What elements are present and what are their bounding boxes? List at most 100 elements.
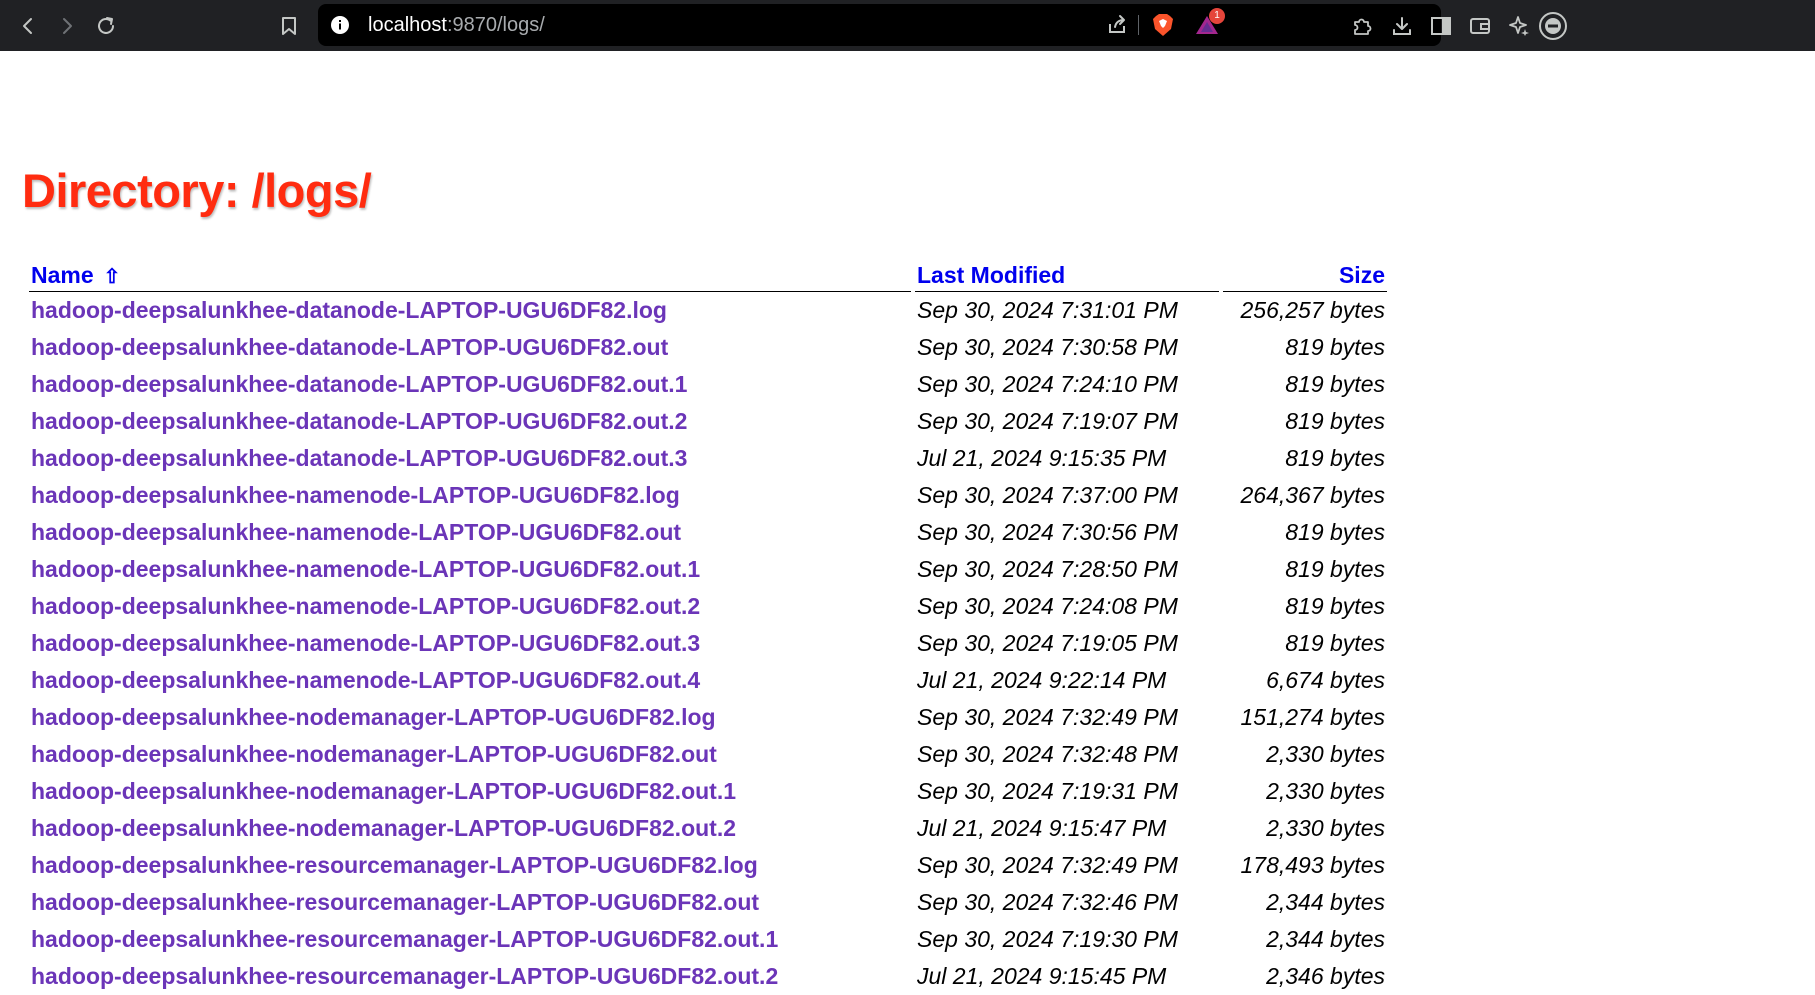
download-icon[interactable] bbox=[1382, 0, 1422, 51]
page-title: Directory: /logs/ bbox=[22, 164, 372, 217]
table-row: hadoop-deepsalunkhee-datanode-LAPTOP-UGU… bbox=[29, 403, 1387, 440]
file-link[interactable]: hadoop-deepsalunkhee-nodemanager-LAPTOP-… bbox=[31, 741, 717, 767]
file-size-cell: 819 bytes bbox=[1285, 556, 1385, 582]
last-modified-cell: Jul 21, 2024 9:22:14 PM bbox=[917, 667, 1167, 693]
table-row: hadoop-deepsalunkhee-namenode-LAPTOP-UGU… bbox=[29, 588, 1387, 625]
profile-icon[interactable] bbox=[1538, 0, 1568, 51]
table-row: hadoop-deepsalunkhee-resourcemanager-LAP… bbox=[29, 958, 1387, 995]
file-name-cell: hadoop-deepsalunkhee-datanode-LAPTOP-UGU… bbox=[29, 440, 911, 477]
file-size-cell: 2,330 bytes bbox=[1266, 741, 1385, 767]
last-modified-cell: Sep 30, 2024 7:30:56 PM bbox=[917, 519, 1178, 545]
extensions-icon[interactable] bbox=[1342, 0, 1382, 51]
file-link[interactable]: hadoop-deepsalunkhee-namenode-LAPTOP-UGU… bbox=[31, 593, 700, 619]
table-row: hadoop-deepsalunkhee-datanode-LAPTOP-UGU… bbox=[29, 329, 1387, 366]
file-link[interactable]: hadoop-deepsalunkhee-namenode-LAPTOP-UGU… bbox=[31, 630, 700, 656]
file-name-cell: hadoop-deepsalunkhee-datanode-LAPTOP-UGU… bbox=[29, 403, 911, 440]
file-name-cell: hadoop-deepsalunkhee-resourcemanager-LAP… bbox=[29, 847, 911, 884]
file-size-cell: 2,346 bytes bbox=[1266, 963, 1385, 989]
file-size-cell: 819 bytes bbox=[1285, 445, 1385, 471]
leo-ai-icon[interactable] bbox=[1499, 0, 1539, 51]
file-link[interactable]: hadoop-deepsalunkhee-datanode-LAPTOP-UGU… bbox=[31, 408, 687, 434]
file-name-cell: hadoop-deepsalunkhee-namenode-LAPTOP-UGU… bbox=[29, 551, 911, 588]
table-row: hadoop-deepsalunkhee-namenode-LAPTOP-UGU… bbox=[29, 514, 1387, 551]
file-link[interactable]: hadoop-deepsalunkhee-resourcemanager-LAP… bbox=[31, 963, 778, 989]
file-name-cell: hadoop-deepsalunkhee-resourcemanager-LAP… bbox=[29, 958, 911, 995]
directory-listing-table: Name ⇧ Last Modified Size hadoop-deepsalu… bbox=[25, 255, 1391, 995]
file-link[interactable]: hadoop-deepsalunkhee-datanode-LAPTOP-UGU… bbox=[31, 297, 667, 323]
file-name-cell: hadoop-deepsalunkhee-namenode-LAPTOP-UGU… bbox=[29, 588, 911, 625]
file-name-cell: hadoop-deepsalunkhee-namenode-LAPTOP-UGU… bbox=[29, 625, 911, 662]
table-row: hadoop-deepsalunkhee-nodemanager-LAPTOP-… bbox=[29, 773, 1387, 810]
file-size-cell: 819 bytes bbox=[1285, 408, 1385, 434]
sidebar-icon[interactable] bbox=[1421, 0, 1461, 51]
last-modified-cell: Sep 30, 2024 7:32:49 PM bbox=[917, 704, 1178, 730]
file-link[interactable]: hadoop-deepsalunkhee-nodemanager-LAPTOP-… bbox=[31, 704, 716, 730]
back-icon[interactable] bbox=[8, 0, 48, 51]
column-header-size[interactable]: Size bbox=[1223, 255, 1387, 292]
share-icon[interactable] bbox=[1106, 4, 1128, 46]
bookmark-icon[interactable] bbox=[269, 0, 309, 51]
last-modified-cell: Jul 21, 2024 9:15:35 PM bbox=[917, 445, 1167, 471]
file-size-cell: 2,344 bytes bbox=[1266, 889, 1385, 915]
file-name-cell: hadoop-deepsalunkhee-resourcemanager-LAP… bbox=[29, 884, 911, 921]
file-size-cell: 6,674 bytes bbox=[1266, 667, 1385, 693]
last-modified-cell: Sep 30, 2024 7:24:08 PM bbox=[917, 593, 1178, 619]
last-modified-cell: Jul 21, 2024 9:15:47 PM bbox=[917, 815, 1167, 841]
last-modified-cell: Sep 30, 2024 7:30:58 PM bbox=[917, 334, 1178, 360]
last-modified-cell: Sep 30, 2024 7:31:01 PM bbox=[917, 297, 1178, 323]
table-row: hadoop-deepsalunkhee-resourcemanager-LAP… bbox=[29, 847, 1387, 884]
file-link[interactable]: hadoop-deepsalunkhee-nodemanager-LAPTOP-… bbox=[31, 778, 736, 804]
file-size-cell: 819 bytes bbox=[1285, 371, 1385, 397]
sort-ascending-icon: ⇧ bbox=[103, 266, 121, 288]
reload-icon[interactable] bbox=[86, 0, 126, 51]
column-header-name[interactable]: Name ⇧ bbox=[29, 255, 911, 292]
table-row: hadoop-deepsalunkhee-namenode-LAPTOP-UGU… bbox=[29, 551, 1387, 588]
file-name-cell: hadoop-deepsalunkhee-datanode-LAPTOP-UGU… bbox=[29, 292, 911, 329]
file-link[interactable]: hadoop-deepsalunkhee-resourcemanager-LAP… bbox=[31, 852, 758, 878]
url-text[interactable]: localhost:9870/logs/ bbox=[368, 4, 545, 46]
url-path: :9870/logs/ bbox=[446, 14, 545, 36]
file-name-cell: hadoop-deepsalunkhee-resourcemanager-LAP… bbox=[29, 921, 911, 958]
brave-shield-icon[interactable] bbox=[1152, 4, 1174, 46]
url-host: localhost bbox=[368, 14, 447, 36]
last-modified-cell: Sep 30, 2024 7:28:50 PM bbox=[917, 556, 1178, 582]
site-info-icon[interactable] bbox=[330, 4, 350, 46]
table-row: hadoop-deepsalunkhee-nodemanager-LAPTOP-… bbox=[29, 736, 1387, 773]
wallet-icon[interactable] bbox=[1460, 0, 1500, 51]
forward-icon[interactable] bbox=[47, 0, 87, 51]
browser-toolbar: localhost:9870/logs/ 1 bbox=[0, 0, 1815, 51]
file-size-cell: 819 bytes bbox=[1285, 593, 1385, 619]
file-link[interactable]: hadoop-deepsalunkhee-nodemanager-LAPTOP-… bbox=[31, 815, 736, 841]
column-header-name-label: Name bbox=[31, 262, 94, 288]
table-row: hadoop-deepsalunkhee-namenode-LAPTOP-UGU… bbox=[29, 477, 1387, 514]
file-name-cell: hadoop-deepsalunkhee-nodemanager-LAPTOP-… bbox=[29, 810, 911, 847]
column-header-last-modified[interactable]: Last Modified bbox=[915, 255, 1219, 292]
file-size-cell: 2,330 bytes bbox=[1266, 815, 1385, 841]
file-link[interactable]: hadoop-deepsalunkhee-resourcemanager-LAP… bbox=[31, 926, 778, 952]
file-link[interactable]: hadoop-deepsalunkhee-datanode-LAPTOP-UGU… bbox=[31, 445, 687, 471]
file-link[interactable]: hadoop-deepsalunkhee-resourcemanager-LAP… bbox=[31, 889, 759, 915]
file-link[interactable]: hadoop-deepsalunkhee-namenode-LAPTOP-UGU… bbox=[31, 556, 700, 582]
last-modified-cell: Sep 30, 2024 7:32:49 PM bbox=[917, 852, 1178, 878]
table-row: hadoop-deepsalunkhee-namenode-LAPTOP-UGU… bbox=[29, 662, 1387, 699]
table-row: hadoop-deepsalunkhee-datanode-LAPTOP-UGU… bbox=[29, 366, 1387, 403]
omnibox[interactable]: localhost:9870/logs/ 1 bbox=[318, 4, 1246, 46]
file-size-cell: 819 bytes bbox=[1285, 519, 1385, 545]
file-link[interactable]: hadoop-deepsalunkhee-namenode-LAPTOP-UGU… bbox=[31, 667, 700, 693]
file-size-cell: 151,274 bytes bbox=[1240, 704, 1385, 730]
file-size-cell: 256,257 bytes bbox=[1240, 297, 1385, 323]
file-size-cell: 819 bytes bbox=[1285, 334, 1385, 360]
file-link[interactable]: hadoop-deepsalunkhee-namenode-LAPTOP-UGU… bbox=[31, 519, 681, 545]
file-size-cell: 264,367 bytes bbox=[1240, 482, 1385, 508]
file-link[interactable]: hadoop-deepsalunkhee-datanode-LAPTOP-UGU… bbox=[31, 371, 687, 397]
file-size-cell: 178,493 bytes bbox=[1240, 852, 1385, 878]
file-link[interactable]: hadoop-deepsalunkhee-namenode-LAPTOP-UGU… bbox=[31, 482, 680, 508]
file-name-cell: hadoop-deepsalunkhee-nodemanager-LAPTOP-… bbox=[29, 699, 911, 736]
file-size-cell: 2,344 bytes bbox=[1266, 926, 1385, 952]
last-modified-cell: Sep 30, 2024 7:19:07 PM bbox=[917, 408, 1178, 434]
table-row: hadoop-deepsalunkhee-nodemanager-LAPTOP-… bbox=[29, 810, 1387, 847]
last-modified-cell: Sep 30, 2024 7:19:30 PM bbox=[917, 926, 1178, 952]
file-link[interactable]: hadoop-deepsalunkhee-datanode-LAPTOP-UGU… bbox=[31, 334, 668, 360]
last-modified-cell: Sep 30, 2024 7:37:00 PM bbox=[917, 482, 1178, 508]
file-name-cell: hadoop-deepsalunkhee-datanode-LAPTOP-UGU… bbox=[29, 366, 911, 403]
